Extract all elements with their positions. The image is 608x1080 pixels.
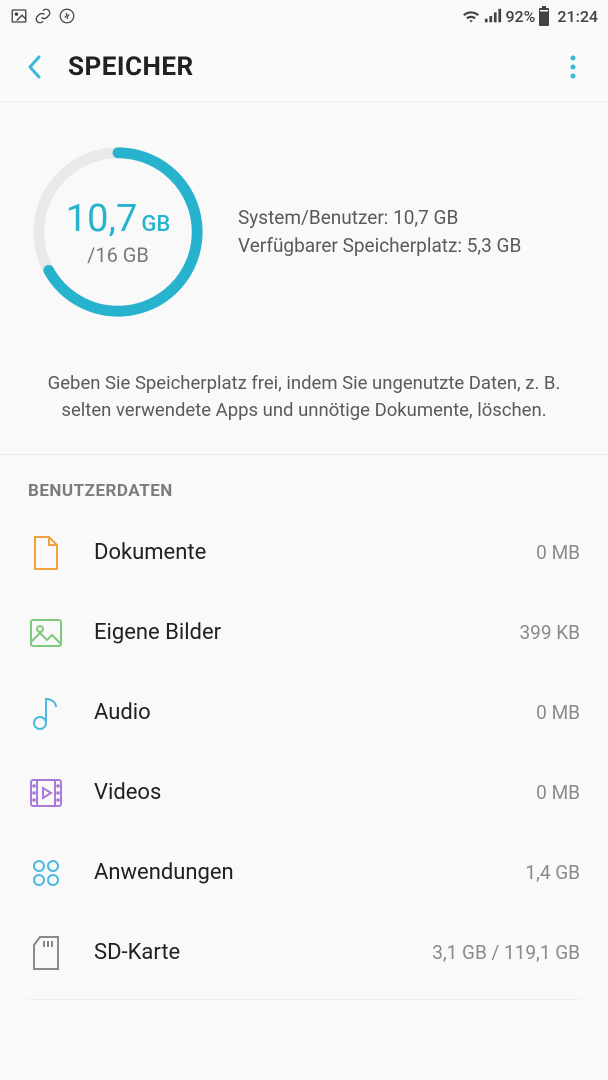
used-unit: GB [141,212,170,237]
apps-icon [28,855,64,891]
more-button[interactable] [558,52,588,82]
list-value: 3,1 GB / 119,1 GB [432,941,580,964]
list-value: 1,4 GB [525,861,580,884]
signal-icon [484,8,502,24]
divider [28,999,580,1000]
available-space-line: Verfügbarer Speicherplatz: 5,3 GB [238,232,521,261]
music-note-icon [28,695,64,731]
app-bar: SPEICHER [0,32,608,102]
back-button[interactable] [20,52,50,82]
video-icon [28,775,64,811]
status-right: 92% 21:24 [461,6,598,26]
sd-card-icon [28,935,64,971]
list-item-images[interactable]: Eigene Bilder 399 KB [0,593,608,673]
storage-gauge: 10,7 GB /16 GB [28,142,208,322]
list-label: Eigene Bilder [94,620,489,645]
gauge-label: 10,7 GB /16 GB [28,142,208,322]
link-icon [34,7,52,25]
list-value: 0 MB [536,541,580,564]
page-title: SPEICHER [68,52,558,82]
help-text: Geben Sie Speicherplatz frei, indem Sie … [0,352,608,455]
battery-icon [538,6,550,26]
section-header-userdata: BENUTZERDATEN [0,455,608,513]
list-item-sdcard[interactable]: SD-Karte 3,1 GB / 119,1 GB [0,913,608,993]
picture-icon [10,7,28,25]
usage-summary: 10,7 GB /16 GB System/Benutzer: 10,7 GB … [0,102,608,352]
list-label: Audio [94,700,506,725]
battery-percent: 92% [505,7,535,26]
status-bar: 92% 21:24 [0,0,608,32]
list-label: Videos [94,780,506,805]
chevron-left-icon [26,54,44,80]
list-label: SD-Karte [94,940,402,965]
list-item-documents[interactable]: Dokumente 0 MB [0,513,608,593]
clock-time: 21:24 [557,7,598,26]
list-value: 0 MB [536,781,580,804]
document-icon [28,535,64,571]
usage-text: System/Benutzer: 10,7 GB Verfügbarer Spe… [238,204,521,261]
more-vertical-icon [570,54,576,80]
list-label: Dokumente [94,540,506,565]
list-label: Anwendungen [94,860,495,885]
shazam-icon [58,7,76,25]
wifi-icon [461,8,481,24]
status-left [10,7,76,25]
list-item-audio[interactable]: Audio 0 MB [0,673,608,753]
list-value: 0 MB [536,701,580,724]
list-item-apps[interactable]: Anwendungen 1,4 GB [0,833,608,913]
total-label: /16 GB [87,243,149,267]
system-user-line: System/Benutzer: 10,7 GB [238,204,521,233]
list-item-videos[interactable]: Videos 0 MB [0,753,608,833]
image-icon [28,615,64,651]
used-value: 10,7 [66,197,138,241]
list-value: 399 KB [519,621,580,644]
